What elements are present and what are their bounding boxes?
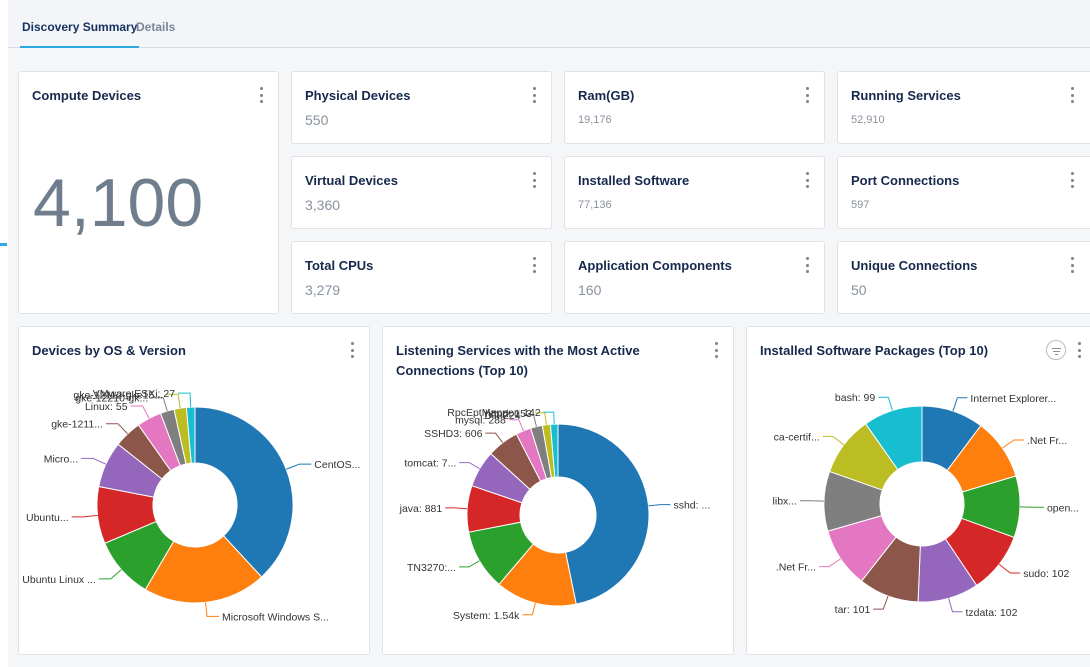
leader-line bbox=[485, 432, 504, 444]
card-title: Virtual Devices bbox=[305, 173, 398, 188]
leader-line bbox=[205, 602, 220, 617]
more-options-icon[interactable] bbox=[1069, 257, 1075, 273]
leader-line bbox=[998, 563, 1021, 574]
card-title: Running Services bbox=[851, 88, 961, 103]
stat-card-ram: Ram(GB) 19,176 bbox=[564, 71, 825, 144]
slice-label: bash: 99 bbox=[835, 392, 875, 404]
slice-label: Ubuntu Linux ... bbox=[22, 574, 96, 586]
stat-card-installed-software: Installed Software 77,136 bbox=[564, 156, 825, 229]
chart-card-software-packages: Installed Software Packages (Top 10) Int… bbox=[746, 326, 1090, 655]
card-value: 52,910 bbox=[851, 114, 885, 126]
card-title: Port Connections bbox=[851, 173, 960, 188]
more-options-icon[interactable] bbox=[531, 257, 537, 273]
more-options-icon[interactable] bbox=[804, 257, 810, 273]
more-options-icon[interactable] bbox=[258, 87, 264, 103]
card-title: Compute Devices bbox=[32, 88, 142, 103]
slice-label: java: 881 bbox=[399, 503, 443, 515]
leader-line bbox=[873, 595, 889, 610]
slice-label: TN3270:... bbox=[407, 562, 456, 574]
left-nav-strip bbox=[0, 0, 8, 667]
slice-label: tzdata: 102 bbox=[965, 607, 1017, 619]
card-value: 19,176 bbox=[578, 114, 612, 126]
donut-slice[interactable] bbox=[557, 423, 650, 605]
card-value: 550 bbox=[305, 112, 329, 128]
leader-line bbox=[878, 396, 893, 411]
compute-devices-card: Compute Devices 4,100 bbox=[18, 71, 279, 314]
card-value: 3,360 bbox=[305, 197, 341, 213]
leader-line bbox=[522, 603, 536, 616]
slice-label: open... bbox=[1047, 502, 1079, 514]
slice-label: VMware ESXi: 27 bbox=[93, 388, 175, 400]
compute-devices-value: 4,100 bbox=[33, 165, 204, 241]
slice-label: libx... bbox=[773, 496, 798, 508]
more-options-icon[interactable] bbox=[804, 172, 810, 188]
more-options-icon[interactable] bbox=[1069, 172, 1075, 188]
services-donut-chart: sshd: ... System: 1.54k TN3270:... java: 88… bbox=[399, 407, 711, 622]
leader-line bbox=[948, 598, 963, 613]
left-nav-indicator bbox=[0, 243, 7, 246]
leader-line bbox=[459, 462, 480, 470]
card-value: 160 bbox=[578, 282, 602, 298]
slice-label: .Net Fr... bbox=[776, 562, 816, 574]
more-options-icon[interactable] bbox=[531, 172, 537, 188]
slice-label: sshd: ... bbox=[673, 500, 710, 512]
slice-label: sudo: 102 bbox=[1023, 568, 1069, 580]
chart-card-os-version: Devices by OS & Version CentOS... Microso… bbox=[18, 326, 370, 655]
software-donut-chart: Internet Explorer... .Net Fr... open... sud… bbox=[773, 392, 1080, 619]
leader-line bbox=[130, 405, 150, 419]
slice-label: CentOS... bbox=[314, 459, 360, 471]
slice-label: .Net Fr... bbox=[1027, 435, 1067, 447]
leader-line bbox=[286, 463, 312, 470]
card-value: 77,136 bbox=[578, 199, 612, 211]
tab-bar: Discovery Summary Details bbox=[8, 0, 1090, 48]
slice-label: gke-1211... bbox=[51, 419, 103, 431]
slice-label: Micro... bbox=[44, 453, 78, 465]
leader-line bbox=[459, 560, 480, 568]
more-options-icon[interactable] bbox=[1069, 87, 1075, 103]
card-title: Total CPUs bbox=[305, 258, 374, 273]
tab-discovery-summary[interactable]: Discovery Summary bbox=[20, 20, 140, 48]
card-value: 597 bbox=[851, 199, 870, 211]
slice-label: Internet Explorer... bbox=[970, 393, 1056, 405]
slice-label: ca-certif... bbox=[774, 431, 820, 443]
leader-line bbox=[822, 435, 845, 446]
card-value: 50 bbox=[851, 282, 867, 298]
more-options-icon[interactable] bbox=[531, 87, 537, 103]
slice-label: RpcEptMapper: 142 bbox=[447, 407, 541, 419]
slice-label: System: 1.54k bbox=[453, 610, 520, 622]
slice-label: tomcat: 7... bbox=[404, 458, 456, 470]
slice-label: tar: 101 bbox=[835, 604, 871, 616]
leader-line bbox=[98, 569, 122, 580]
card-value: 3,279 bbox=[305, 282, 341, 298]
more-options-icon[interactable] bbox=[804, 87, 810, 103]
slice-label: Ubuntu... bbox=[26, 512, 69, 524]
stat-card-unique-connections: Unique Connections 50 bbox=[837, 241, 1090, 314]
slice-label: SSHD3: 606 bbox=[424, 428, 483, 440]
card-title: Ram(GB) bbox=[578, 88, 635, 103]
leader-line bbox=[81, 457, 107, 465]
tab-details[interactable]: Details bbox=[136, 20, 175, 48]
card-title: Installed Software bbox=[578, 173, 690, 188]
stat-card-total-cpus: Total CPUs 3,279 bbox=[291, 241, 552, 314]
slice-label: Microsoft Windows S... bbox=[222, 611, 329, 623]
chart-card-listening-services: Listening Services with the Most Active … bbox=[382, 326, 734, 655]
card-title: Physical Devices bbox=[305, 88, 411, 103]
card-title: Application Components bbox=[578, 258, 732, 273]
leader-line bbox=[445, 507, 468, 510]
card-title: Unique Connections bbox=[851, 258, 978, 273]
leader-line bbox=[952, 397, 968, 412]
stat-card-port-connections: Port Connections 597 bbox=[837, 156, 1090, 229]
leader-line bbox=[819, 558, 841, 568]
stat-card-application-components: Application Components 160 bbox=[564, 241, 825, 314]
leader-line bbox=[71, 514, 98, 518]
leader-line bbox=[648, 504, 671, 507]
stat-card-running-services: Running Services 52,910 bbox=[837, 71, 1090, 144]
stat-card-virtual-devices: Virtual Devices 3,360 bbox=[291, 156, 552, 229]
leader-line bbox=[1002, 439, 1024, 449]
leader-line bbox=[105, 423, 128, 435]
stat-card-physical-devices: Physical Devices 550 bbox=[291, 71, 552, 144]
os-donut-chart: CentOS... Microsoft Windows S... Ubuntu Li… bbox=[22, 388, 360, 623]
